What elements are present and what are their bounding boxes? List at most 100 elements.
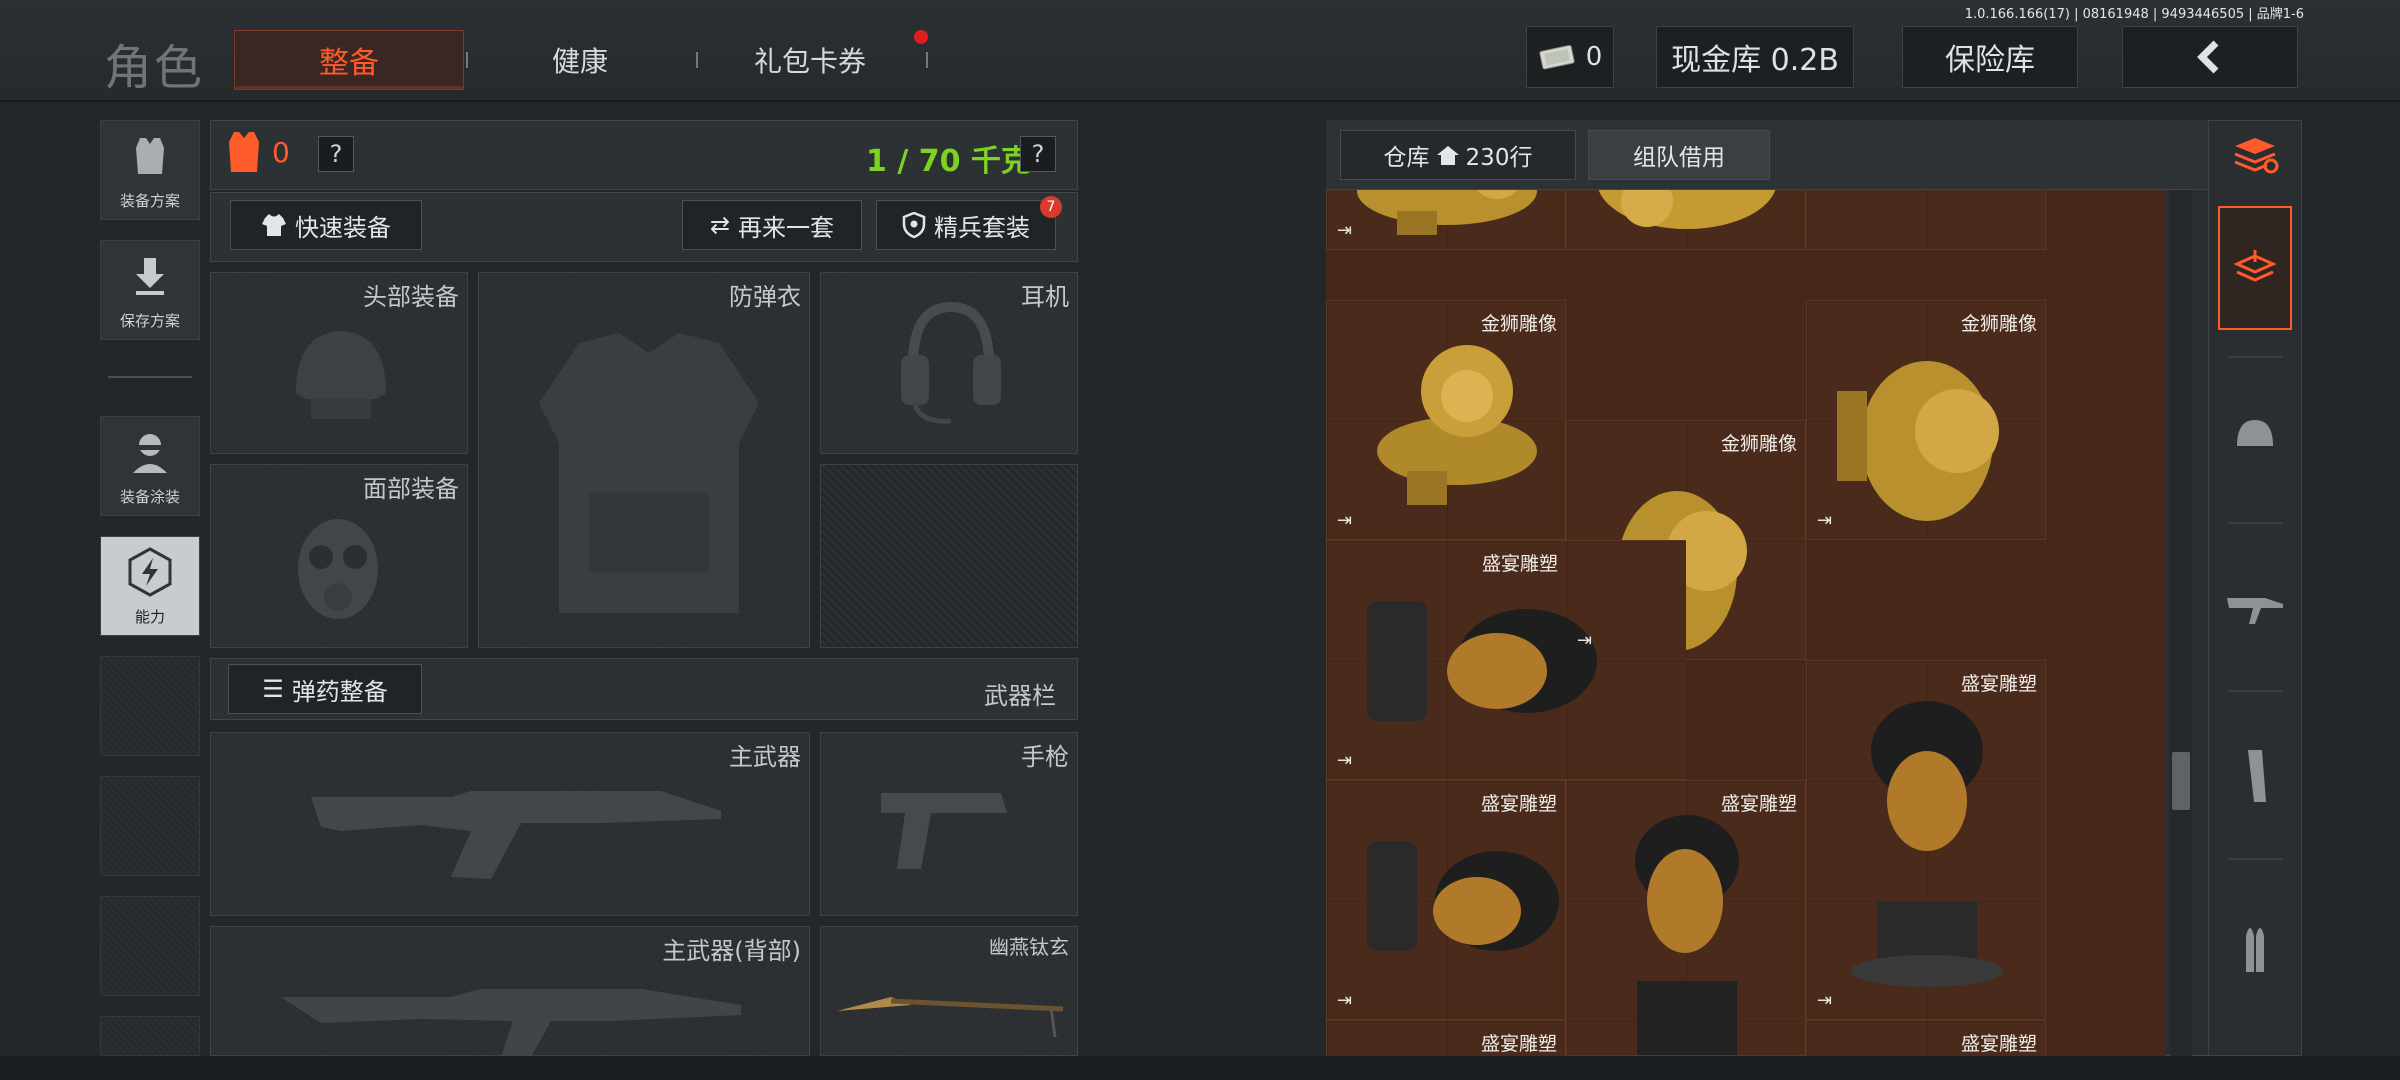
rifle-icon bbox=[311, 791, 721, 879]
cash-vault-button[interactable]: 现金库 0.2B bbox=[1656, 26, 1854, 88]
slot-primary-weapon-back[interactable]: 主武器(背部) bbox=[210, 926, 810, 1057]
tab-divider bbox=[926, 52, 928, 68]
inventory-item[interactable]: 金狮雕像 ⇥ bbox=[1326, 300, 1566, 540]
inventory-item[interactable]: 盛宴雕塑 ⇥ bbox=[1326, 780, 1566, 1020]
slot-empty bbox=[820, 464, 1078, 648]
slot-label: 手枪 bbox=[1021, 743, 1069, 771]
version-text: 1.0.166.166(17) | 08161948 | 9493446505 … bbox=[1964, 7, 2304, 22]
helmet-icon[interactable] bbox=[2218, 376, 2292, 496]
inventory-item[interactable]: 盛宴雕塑 bbox=[1566, 780, 1806, 1056]
inventory-item[interactable]: 盛宴雕塑 ⇥ bbox=[1326, 540, 1686, 780]
item-name: 盛宴雕塑 bbox=[1481, 553, 1558, 575]
take-out-icon[interactable]: ⇥ bbox=[1337, 990, 1352, 1011]
bust-statue-icon bbox=[1635, 815, 1739, 1055]
quick-equip-button[interactable]: 快速装备 bbox=[230, 200, 422, 250]
warehouse-items: ⇥ 金狮雕像 ⇥ 金狮雕像 ⇥ 金狮雕像 ⇥ 盛宴雕塑 ⇥ 盛宴雕塑 ⇥ 盛宴雕… bbox=[1326, 190, 2166, 1056]
inventory-item[interactable] bbox=[1566, 190, 1806, 250]
elite-set-button[interactable]: 精兵套装 bbox=[876, 200, 1056, 250]
take-out-icon[interactable]: ⇥ bbox=[1577, 630, 1592, 651]
tab-warehouse[interactable]: 仓库 230行 bbox=[1340, 130, 1576, 180]
sidebar-item-save-plan[interactable]: 保存方案 bbox=[100, 240, 200, 340]
vest-icon bbox=[128, 121, 172, 190]
sidebar-item-ability[interactable]: 能力 bbox=[100, 536, 200, 636]
sidebar-item-label: 能力 bbox=[134, 608, 165, 626]
slot-label: 主武器(背部) bbox=[662, 937, 801, 965]
rifle-icon bbox=[281, 989, 741, 1057]
slot-primary-weapon[interactable]: 主武器 bbox=[210, 732, 810, 916]
item-name: 盛宴雕塑 bbox=[1480, 793, 1557, 815]
weight-display: 1 / 70 千克 bbox=[866, 144, 1031, 179]
slot-label: 幽燕钛玄 bbox=[989, 935, 1069, 959]
armor-indicator bbox=[226, 130, 262, 178]
item-name: 盛宴雕塑 bbox=[1480, 1033, 1557, 1055]
take-out-icon[interactable]: ⇥ bbox=[1337, 220, 1352, 241]
inventory-item[interactable]: 金狮雕像 ⇥ bbox=[1806, 300, 2046, 540]
sidebar-divider bbox=[108, 376, 192, 378]
sidebar-item-loadout-plan[interactable]: 装备方案 bbox=[100, 120, 200, 220]
sidebar-item-label: 装备涂装 bbox=[119, 488, 180, 506]
take-out-icon[interactable]: ⇥ bbox=[1817, 990, 1832, 1011]
bust-statue-icon bbox=[1367, 841, 1559, 951]
sidebar-item-label: 保存方案 bbox=[119, 312, 180, 330]
spear-icon bbox=[837, 997, 1064, 1038]
inventory-item[interactable]: 盛宴雕塑 bbox=[1326, 1020, 1566, 1056]
slot-pistol[interactable]: 手枪 bbox=[820, 732, 1078, 916]
item-name: 金狮雕像 bbox=[1720, 433, 1797, 455]
ammo-prep-label: 弹药整备 bbox=[291, 677, 388, 706]
magazine-icon[interactable] bbox=[2218, 716, 2292, 836]
scrollbar-thumb[interactable] bbox=[2172, 752, 2190, 810]
lion-statue-icon bbox=[1377, 345, 1537, 505]
slot-face[interactable]: 面部装备 bbox=[210, 464, 468, 648]
weight-help-button[interactable]: ? bbox=[1020, 136, 1056, 172]
take-out-icon[interactable]: ⇥ bbox=[1337, 750, 1352, 771]
sidebar-item-skin[interactable]: 装备涂装 bbox=[100, 416, 200, 516]
safe-box-button[interactable]: 保险库 bbox=[1902, 26, 2078, 88]
item-name: 金狮雕像 bbox=[1480, 313, 1557, 335]
slot-vest[interactable]: 防弹衣 bbox=[478, 272, 810, 648]
take-out-icon[interactable]: ⇥ bbox=[1337, 510, 1352, 531]
lightning-icon bbox=[124, 537, 176, 606]
back-button[interactable] bbox=[2122, 26, 2298, 88]
item-name: 盛宴雕塑 bbox=[1960, 673, 2037, 695]
layers-icon[interactable] bbox=[2218, 206, 2292, 330]
warehouse-label: 仓库 bbox=[1383, 145, 1430, 171]
home-icon bbox=[1436, 146, 1459, 165]
gas-mask-icon bbox=[298, 519, 378, 619]
tab-divider bbox=[466, 52, 468, 68]
ammo-icon[interactable] bbox=[2218, 886, 2292, 1006]
bust-statue-icon bbox=[1851, 701, 2003, 987]
weapon-bar-label: 武器栏 bbox=[984, 682, 1056, 710]
inventory-item[interactable]: 盛宴雕塑 bbox=[1806, 1020, 2046, 1056]
help-button[interactable]: ? bbox=[318, 136, 354, 172]
inventory-item[interactable]: ⇥ bbox=[1326, 190, 1566, 250]
warehouse-scrollbar[interactable] bbox=[2170, 190, 2192, 1056]
tab-gift-cards[interactable]: 礼包卡券 bbox=[710, 30, 910, 90]
ammo-icon: ☰ bbox=[262, 675, 284, 703]
sidebar-empty-slot bbox=[100, 776, 200, 876]
elite-set-label: 精兵套装 bbox=[934, 213, 1030, 242]
toolbar-divider bbox=[2228, 690, 2282, 692]
chevron-left-icon bbox=[2197, 40, 2219, 74]
slot-melee[interactable]: 幽燕钛玄 bbox=[820, 926, 1078, 1056]
slot-label: 头部装备 bbox=[363, 283, 459, 311]
tab-team-borrow[interactable]: 组队借用 bbox=[1588, 130, 1770, 180]
ammo-prep-button[interactable]: ☰ 弹药整备 bbox=[228, 664, 422, 714]
stack-refresh-icon[interactable] bbox=[2218, 96, 2292, 216]
sidebar-empty-slot bbox=[100, 896, 200, 996]
again-set-button[interactable]: ⇄ 再来一套 bbox=[682, 200, 862, 250]
again-set-label: 再来一套 bbox=[738, 213, 835, 242]
inventory-item[interactable] bbox=[1806, 190, 2046, 250]
armor-count: 0 bbox=[272, 136, 290, 169]
inventory-item[interactable]: 盛宴雕塑 ⇥ bbox=[1806, 660, 2046, 1020]
pistol-icon bbox=[881, 793, 1007, 869]
tab-health[interactable]: 健康 bbox=[480, 30, 680, 90]
download-icon bbox=[128, 241, 172, 310]
take-out-icon[interactable]: ⇥ bbox=[1817, 510, 1832, 531]
slot-headset[interactable]: 耳机 bbox=[820, 272, 1078, 454]
sidebar-empty-slot bbox=[100, 1016, 200, 1056]
rifle-icon[interactable] bbox=[2218, 546, 2292, 666]
slot-head[interactable]: 头部装备 bbox=[210, 272, 468, 454]
warehouse-rows: 230行 bbox=[1465, 145, 1533, 171]
tab-equip[interactable]: 整备 bbox=[234, 30, 464, 90]
item-name: 盛宴雕塑 bbox=[1720, 793, 1797, 815]
